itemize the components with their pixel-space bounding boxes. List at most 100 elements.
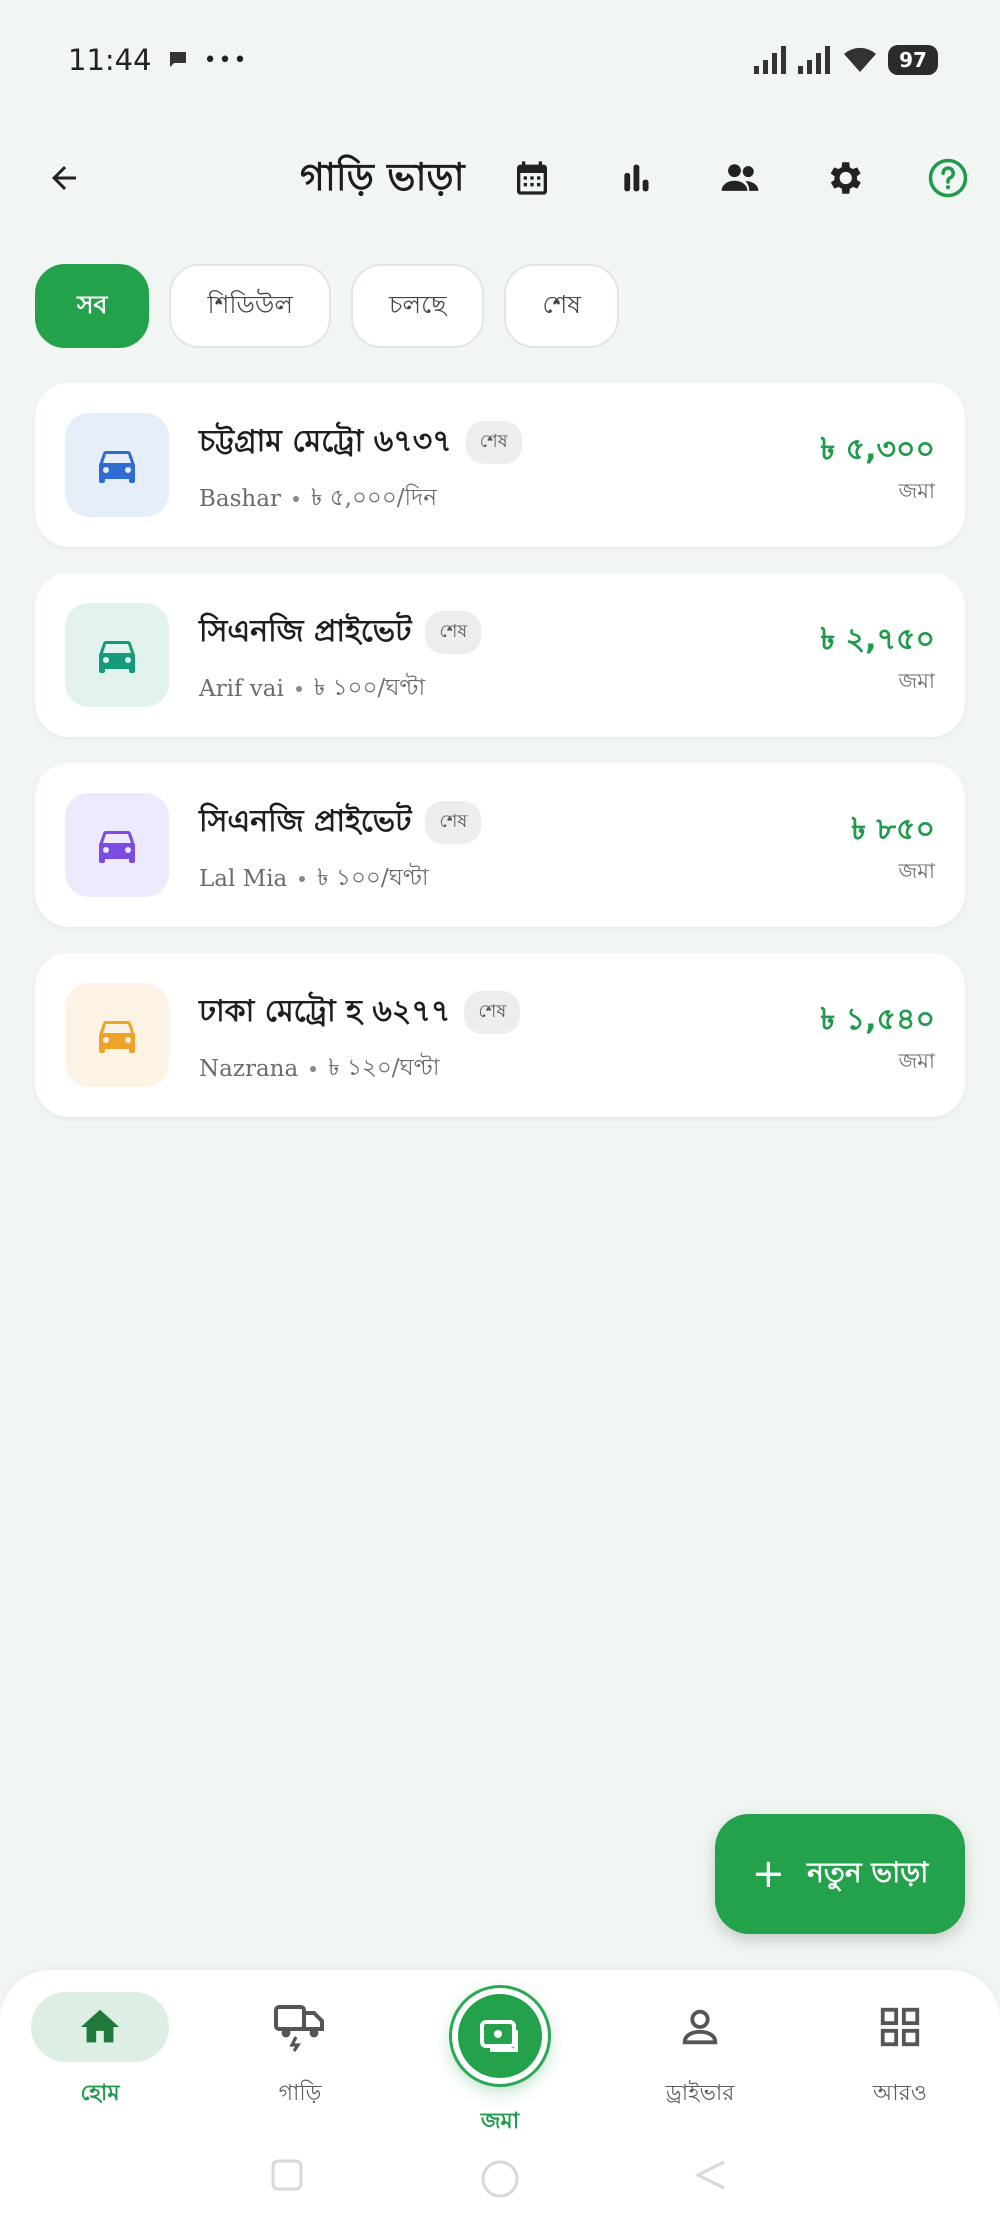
status-badge: শেষ [465,421,522,464]
nav-drivers[interactable]: ড্রাইভার [630,1992,770,2113]
car-icon-box [65,603,169,707]
filter-chip-scheduled[interactable]: শিডিউল [169,264,332,348]
driver-name: Nazrana [199,1055,299,1082]
gear-icon [830,162,861,194]
back-system-button[interactable] [694,2158,728,2196]
app-bar: গাড়ি ভাড়া [0,130,1000,225]
car-icon-box [65,793,169,897]
recent-apps-button[interactable] [270,2158,304,2196]
nav-home[interactable]: হোম [30,1992,170,2113]
vehicle-icon [274,2005,324,2052]
circle-icon [481,2160,519,2198]
nav-more-label: আরও [873,2081,927,2106]
nav-more-pill [831,1992,969,2062]
page-title: গাড়ি ভাড়া [300,155,465,199]
calendar-icon [517,161,547,195]
filter-chip-running[interactable]: চলছে [351,264,485,348]
amount-label: জমা [898,479,935,503]
amount-label: জমা [898,669,935,693]
battery-indicator: 97 [888,45,938,75]
signal-icon-2 [798,46,830,74]
help-button[interactable] [920,150,976,206]
rental-amount: ৳ ২,৭৫০ [820,622,935,657]
rental-amount: ৳ ১,৫৪০ [820,1002,935,1037]
grid-icon [880,2007,920,2047]
car-icon [99,1021,135,1053]
amount-label: জমা [898,859,935,883]
nav-cars-pill [231,1992,369,2062]
plus-icon: + [751,1851,786,1897]
filter-chip-all[interactable]: সব [35,264,150,348]
rental-amount: ৳ ৮৫০ [851,812,935,847]
rental-name-row: সিএনজি প্রাইভেট শেষ [199,797,482,848]
car-icon-box [65,413,169,517]
rental-card[interactable]: সিএনজি প্রাইভেট শেষ Arif vai ৳ ১০০/ঘণ্টা… [35,573,965,737]
status-badge: শেষ [425,801,482,844]
separator-dot [292,495,299,502]
rental-rate: ৳ ৫,০০০/দিন [310,485,437,511]
square-icon [271,2159,303,2191]
separator-dot [299,875,306,882]
rental-name-row: ঢাকা মেট্রো হ ৬২৭৭ শেষ [199,987,521,1038]
rental-subtitle: Nazrana ৳ ১২০/ঘণ্টা [199,1049,440,1088]
people-icon [721,164,759,191]
rental-card[interactable]: ঢাকা মেট্রো হ ৬২৭৭ শেষ Nazrana ৳ ১২০/ঘণ্… [35,953,965,1117]
nav-deposit-label: জমা [480,2109,520,2134]
signal-icon [754,46,786,74]
calendar-button[interactable] [504,150,560,206]
person-icon [682,2009,718,2045]
status-bar: 11:44 ••• 97 [0,0,1000,120]
rental-rate: ৳ ১০০/ঘণ্টা [313,675,426,701]
rental-name-row: চট্টগ্রাম মেট্রো ৬৭৩৭ শেষ [199,417,522,468]
more-notifications-icon: ••• [203,47,249,73]
rental-name-row: সিএনজি প্রাইভেট শেষ [199,607,482,658]
separator-dot [310,1065,317,1072]
status-badge: শেষ [464,991,521,1034]
stats-button[interactable] [608,150,664,206]
rental-subtitle: Arif vai ৳ ১০০/ঘণ্টা [199,669,425,708]
car-icon-box [65,983,169,1087]
status-left: 11:44 ••• [68,43,249,77]
status-badge: শেষ [425,611,482,654]
status-right: 97 [754,45,938,75]
filter-chip-finished[interactable]: শেষ [504,264,620,348]
nav-more[interactable]: আরও [830,1992,970,2113]
arrow-left-icon [52,166,76,190]
rental-rate: ৳ ১২০/ঘণ্টা [328,1055,440,1081]
rental-name: সিএনজি প্রাইভেট [199,614,412,649]
nav-drivers-pill [631,1992,769,2062]
separator-dot [295,685,302,692]
nav-home-pill [31,1992,169,2062]
nav-deposit[interactable] [452,1988,548,2084]
nav-cars-label: গাড়ি [278,2081,322,2106]
filter-chips: সব শিডিউল চলছে শেষ [35,264,620,348]
wallet-icon [480,2020,518,2052]
rental-name: ঢাকা মেট্রো হ ৬২৭৭ [199,994,451,1029]
triangle-back-icon [694,2160,725,2190]
driver-name: Arif vai [199,675,284,702]
rental-card[interactable]: সিএনজি প্রাইভেট শেষ Lal Mia ৳ ১০০/ঘণ্টা … [35,763,965,927]
clock: 11:44 [68,43,152,77]
amount-label: জমা [898,1049,935,1073]
rental-subtitle: Bashar ৳ ৫,০০০/দিন [199,479,437,518]
bar-chart-icon [624,164,649,192]
back-button[interactable] [36,150,92,206]
home-system-button[interactable] [479,2158,521,2204]
nav-home-label: হোম [80,2081,120,2106]
rental-name: চট্টগ্রাম মেট্রো ৬৭৩৭ [199,424,452,459]
new-rental-label: নতুন ভাড়া [807,1855,929,1889]
help-icon [928,158,968,198]
car-icon [99,451,135,483]
rental-rate: ৳ ১০০/ঘণ্টা [317,865,429,891]
new-rental-button[interactable]: + নতুন ভাড়া [715,1814,965,1934]
system-nav-bar [0,2158,1000,2208]
wifi-icon [844,47,876,72]
driver-name: Bashar [199,485,281,512]
settings-button[interactable] [816,150,872,206]
nav-cars[interactable]: গাড়ি [230,1992,370,2113]
people-button[interactable] [712,150,768,206]
driver-name: Lal Mia [199,865,288,892]
rental-name: সিএনজি প্রাইভেট [199,804,412,839]
rental-card[interactable]: চট্টগ্রাম মেট্রো ৬৭৩৭ শেষ Bashar ৳ ৫,০০০… [35,383,965,547]
chat-bubble-icon [169,52,186,67]
